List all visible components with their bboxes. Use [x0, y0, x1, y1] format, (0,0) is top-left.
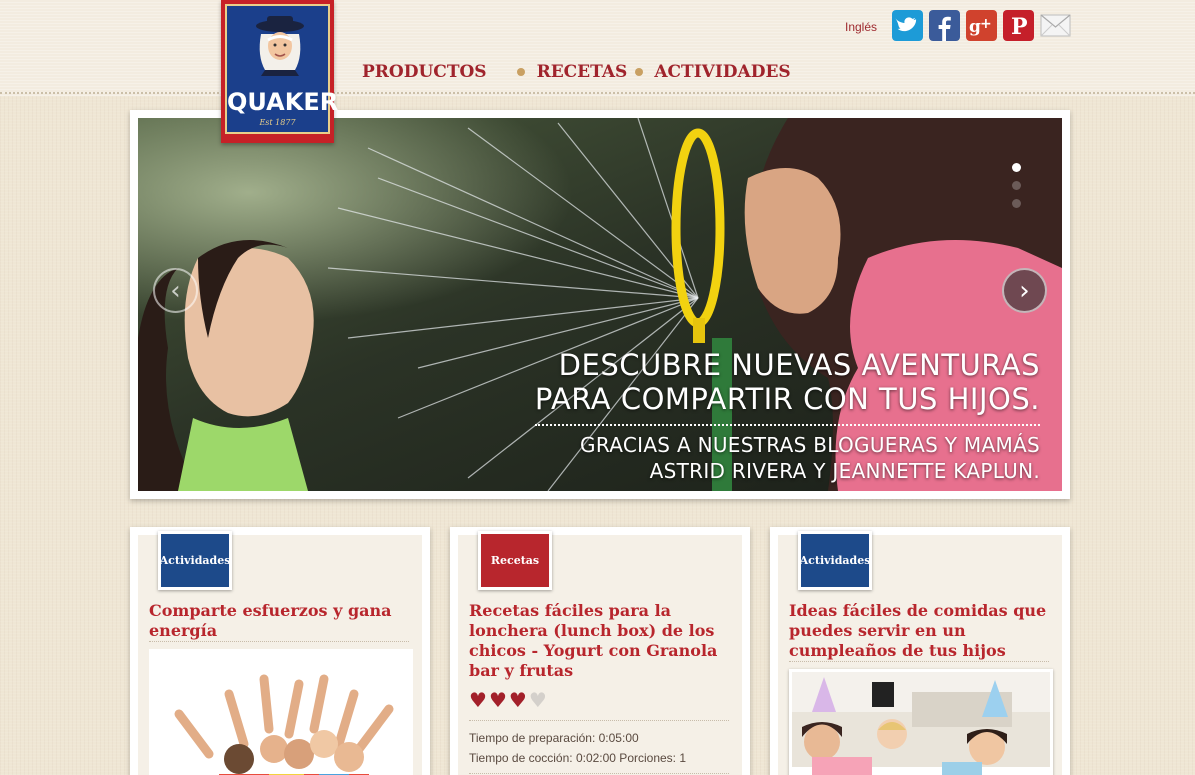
caption-line-2: PARA COMPARTIR CON TUS HIJOS.: [534, 382, 1040, 416]
facebook-button[interactable]: [929, 10, 960, 41]
content-card: Recetas Recetas fáciles para la lonchera…: [450, 527, 750, 775]
card-category-tag[interactable]: Recetas: [478, 531, 552, 590]
caption-line-1: DESCUBRE NUEVAS AVENTURAS: [558, 348, 1040, 382]
twitter-icon: [892, 10, 923, 41]
card-image[interactable]: [789, 669, 1053, 775]
nav-separator: [635, 68, 644, 76]
card-divider: [469, 773, 729, 774]
card-body: Recetas Recetas fáciles para la lonchera…: [458, 531, 742, 775]
kids-cheering-photo: [149, 649, 413, 775]
pinterest-icon: P: [1003, 10, 1034, 41]
svg-text:+: +: [980, 16, 992, 32]
content-card: Actividades Ideas fáciles de comidas que…: [770, 527, 1070, 775]
main-nav: PRODUCTOS RECETAS ACTIVIDADES: [362, 61, 791, 83]
slider-dot-1[interactable]: [1012, 163, 1021, 172]
nav-actividades[interactable]: ACTIVIDADES: [654, 62, 790, 82]
logo-established: Est 1877: [259, 118, 296, 127]
caption-divider: [534, 424, 1040, 426]
email-icon: [1040, 14, 1071, 37]
caption-line-3: GRACIAS A NUESTRAS BLOGUERAS Y MAMÁS: [580, 433, 1040, 457]
google-plus-button[interactable]: g +: [966, 10, 997, 41]
slider-dot-2[interactable]: [1012, 181, 1021, 190]
slider-prev-button[interactable]: ‹: [153, 268, 198, 313]
card-divider: [469, 720, 729, 721]
card-body: Actividades Ideas fáciles de comidas que…: [778, 531, 1062, 775]
birthday-party-photo: [792, 672, 1050, 775]
card-category-tag[interactable]: Actividades: [798, 531, 872, 590]
card-category-tag[interactable]: Actividades: [158, 531, 232, 590]
hero-slider: ‹ › DESCUBRE NUEVAS AVENTURAS PARA COMPA…: [130, 110, 1070, 499]
slider-dot-3[interactable]: [1012, 199, 1021, 208]
card-image[interactable]: [149, 649, 413, 775]
card-body: Actividades Comparte esfuerzos y gana en…: [138, 531, 422, 775]
prep-time: Tiempo de preparación: 0:05:00: [469, 731, 639, 745]
quaker-man-icon: [256, 16, 304, 76]
slider-pagination: [1012, 163, 1022, 217]
card-divider: [149, 641, 409, 642]
card-title[interactable]: Comparte esfuerzos y gana energía: [149, 601, 417, 641]
heart-filled-icon: ♥: [508, 688, 527, 712]
card-title[interactable]: Ideas fáciles de comidas que puedes serv…: [789, 601, 1057, 661]
heart-filled-icon: ♥: [488, 688, 507, 712]
quaker-logo[interactable]: QUAKER Est 1877: [221, 0, 339, 143]
svg-text:P: P: [1011, 14, 1028, 40]
slider-next-button[interactable]: ›: [1002, 268, 1047, 313]
heart-filled-icon: ♥: [469, 688, 487, 712]
nav-productos[interactable]: PRODUCTOS: [362, 62, 487, 82]
cook-time-servings: Tiempo de cocción: 0:02:00 Porciones: 1: [469, 751, 687, 765]
caption-line-4: ASTRID RIVERA Y JEANNETTE KAPLUN.: [649, 459, 1040, 483]
logo-badge: QUAKER Est 1877: [225, 4, 339, 134]
nav-recetas[interactable]: RECETAS: [537, 62, 628, 82]
language-toggle[interactable]: Inglés: [845, 20, 877, 34]
heart-empty-icon: ♥: [528, 688, 547, 712]
nav-separator: [516, 68, 525, 76]
card-divider: [789, 661, 1049, 662]
email-button[interactable]: [1040, 10, 1071, 41]
header-divider: [0, 92, 1195, 94]
google-plus-icon: g +: [966, 10, 997, 41]
twitter-button[interactable]: [892, 10, 923, 41]
slide-image[interactable]: ‹ › DESCUBRE NUEVAS AVENTURAS PARA COMPA…: [138, 118, 1062, 491]
recipe-rating: ♥ ♥ ♥ ♥: [469, 690, 547, 710]
facebook-icon: [929, 10, 960, 41]
logo-wordmark: QUAKER: [227, 88, 339, 116]
slide-caption: DESCUBRE NUEVAS AVENTURAS PARA COMPARTIR…: [534, 348, 1040, 484]
card-title[interactable]: Recetas fáciles para la lonchera (lunch …: [469, 601, 737, 681]
pinterest-button[interactable]: P: [1003, 10, 1034, 41]
content-card: Actividades Comparte esfuerzos y gana en…: [130, 527, 430, 775]
